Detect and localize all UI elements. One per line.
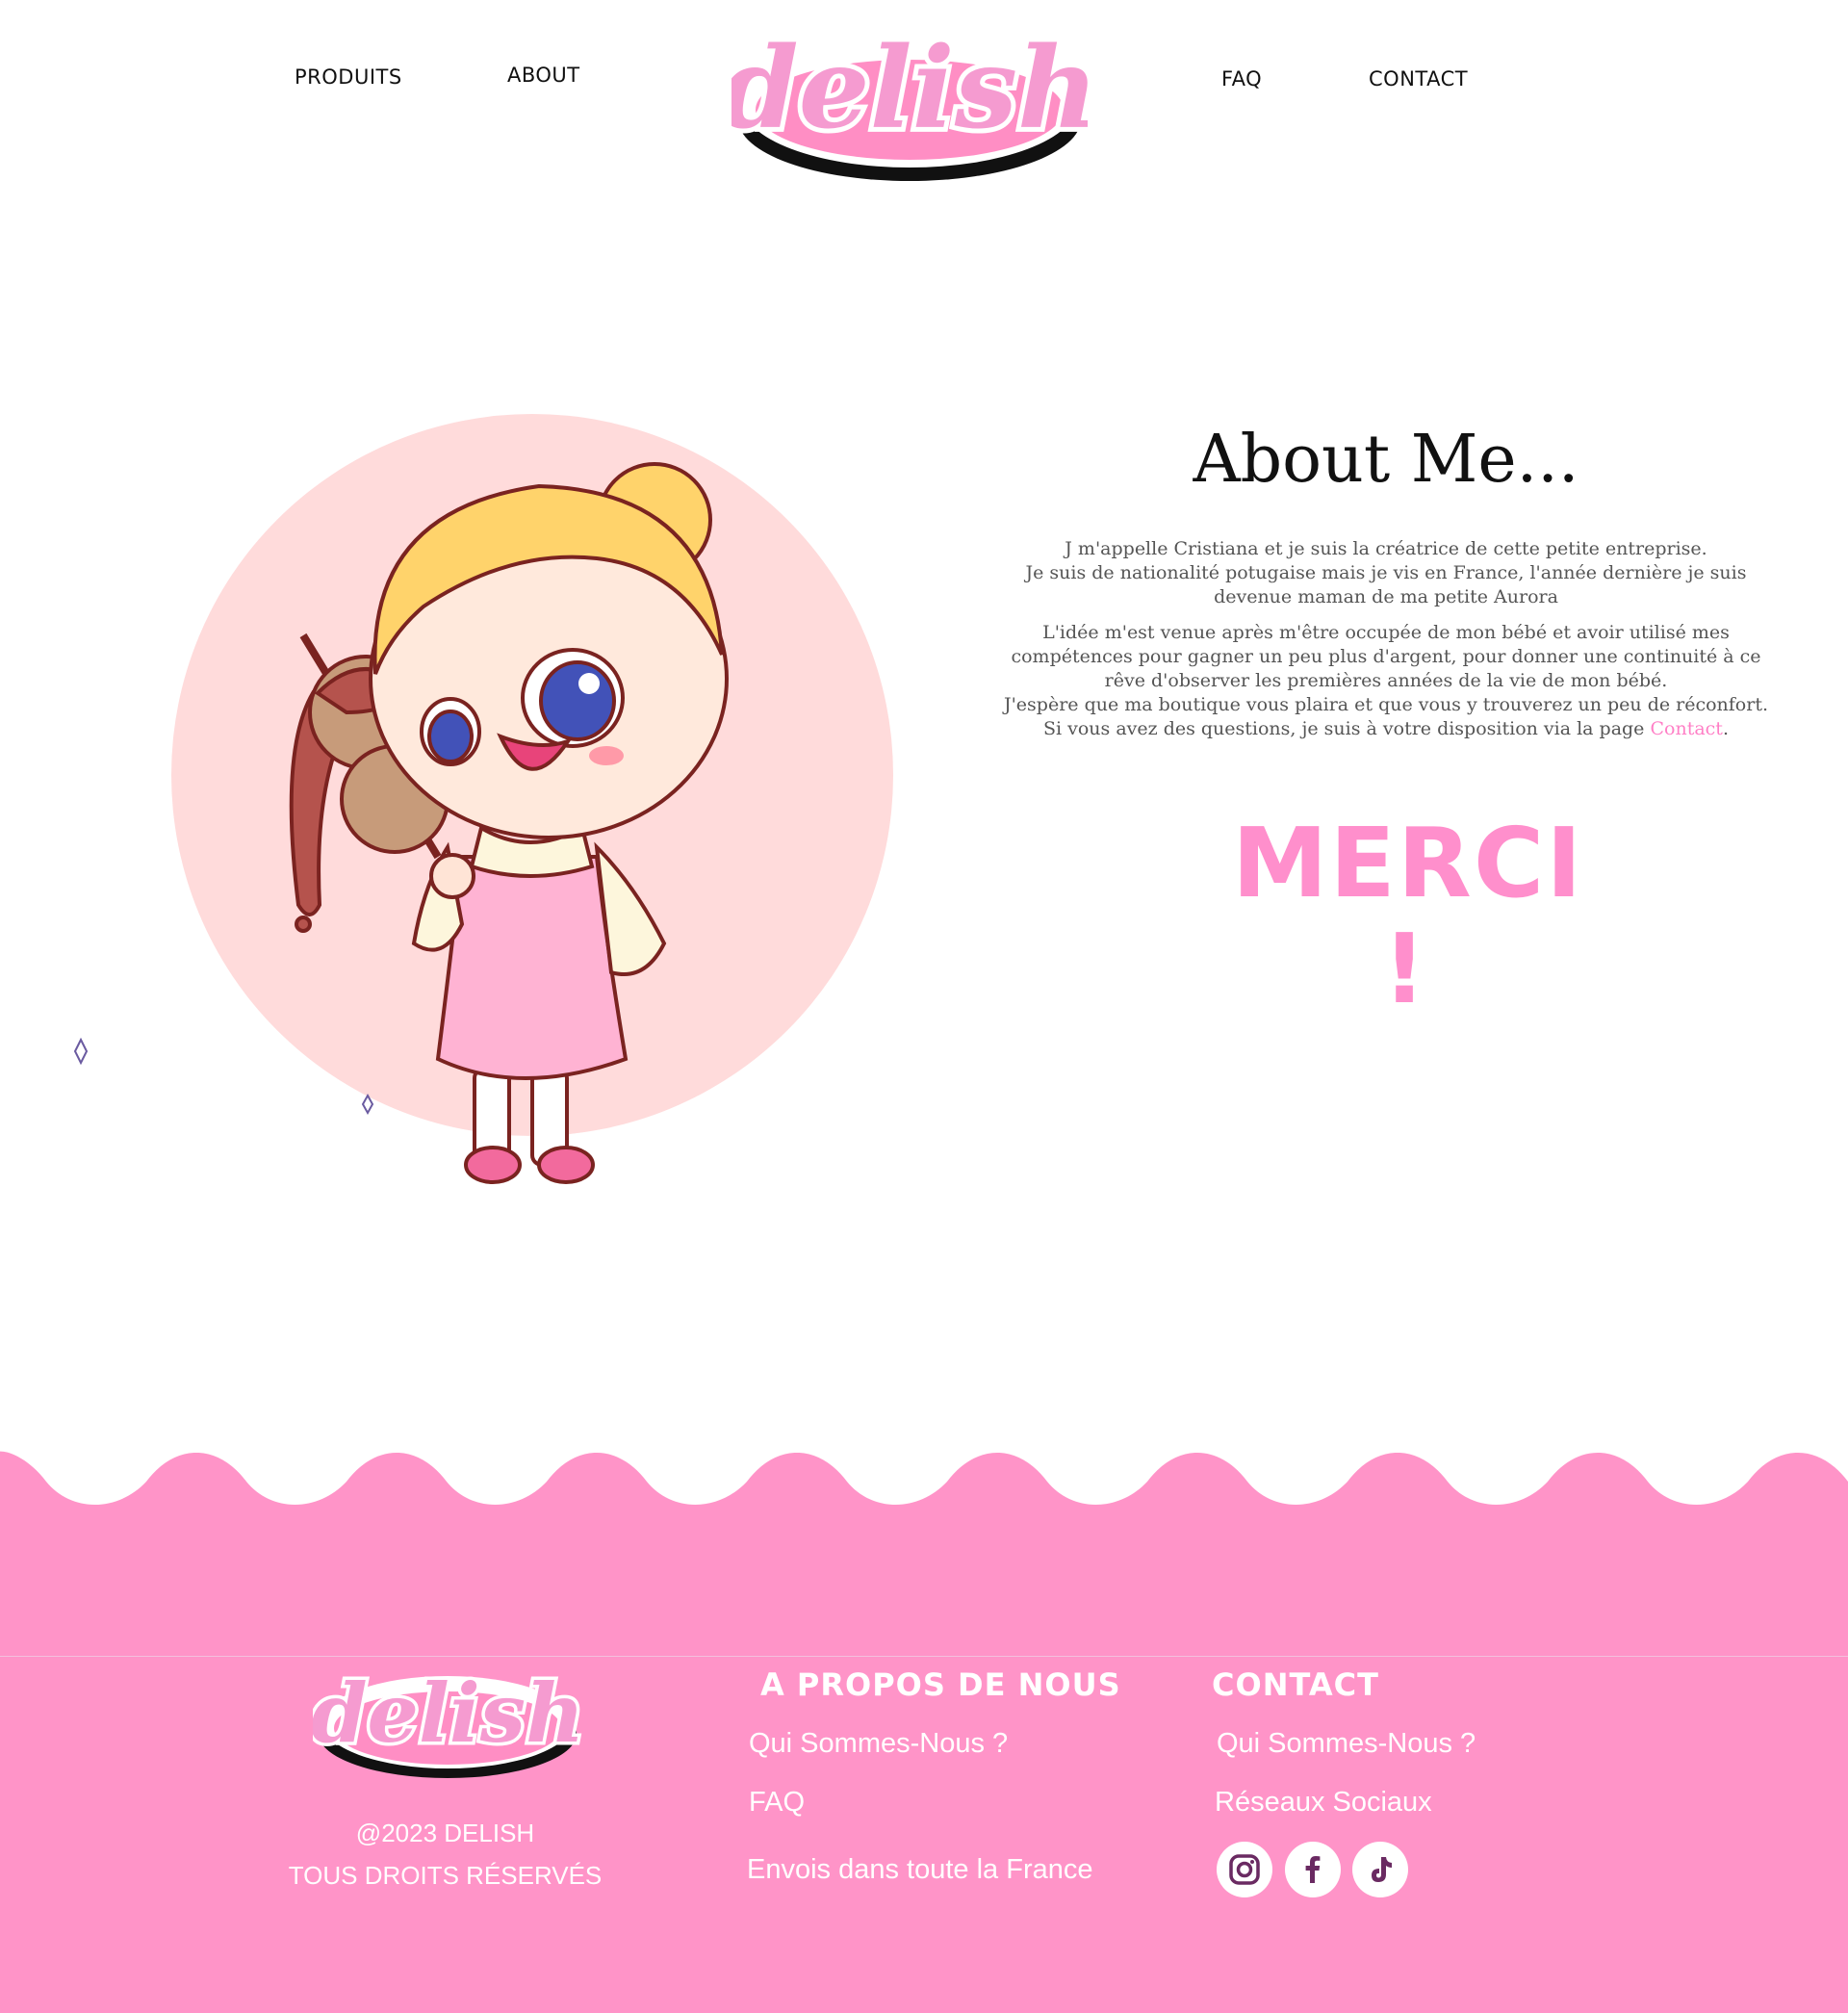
copyright-year: @2023 <box>355 1819 438 1847</box>
footer-contact-link-qui-sommes-nous[interactable]: Qui Sommes-Nous ? <box>1217 1728 1476 1760</box>
footer-link-reseaux-sociaux[interactable]: Réseaux Sociaux <box>1215 1787 1432 1819</box>
about-line: J m'appelle Cristiana et je suis la créa… <box>1065 538 1707 559</box>
rights-text: TOUS DROITS RÉSERVÉS <box>288 1861 603 1890</box>
nav-about-link[interactable]: ABOUT <box>507 64 580 87</box>
girl-hand <box>429 853 475 899</box>
nav-faq-link[interactable]: FAQ <box>1221 67 1262 90</box>
footer-about-heading: A PROPOS DE NOUS <box>760 1666 1121 1703</box>
sparkle-icon <box>73 1037 89 1066</box>
footer: delish @2023 DELISH TOUS DROITS RÉSERVÉS… <box>0 1656 1848 2013</box>
footer-contact-heading: CONTACT <box>1212 1666 1379 1703</box>
footer-wave-border <box>0 1451 1848 1659</box>
instagram-icon <box>1229 1854 1260 1885</box>
footer-link-faq[interactable]: FAQ <box>749 1787 805 1819</box>
tiktok-button[interactable] <box>1352 1842 1408 1897</box>
chibi-girl-illustration <box>73 414 893 1184</box>
about-body: J m'appelle Cristiana et je suis la créa… <box>1001 537 1771 753</box>
footer-link-qui-sommes-nous[interactable]: Qui Sommes-Nous ? <box>749 1728 1008 1760</box>
copyright-brand: DELISH <box>444 1819 535 1847</box>
nav-contact-link[interactable]: CONTACT <box>1369 67 1468 90</box>
about-paragraph-1: J m'appelle Cristiana et je suis la créa… <box>1001 537 1771 609</box>
about-title: About Me... <box>1193 422 1579 498</box>
instagram-button[interactable] <box>1217 1842 1272 1897</box>
tiktok-icon <box>1372 1857 1392 1882</box>
about-line-end: . <box>1722 718 1729 739</box>
about-contact-link[interactable]: Contact <box>1650 718 1722 739</box>
nav-produits-link[interactable]: PRODUITS <box>295 65 402 89</box>
facebook-button[interactable] <box>1285 1842 1341 1897</box>
sparkle-icon <box>361 1093 374 1116</box>
footer-link-envois[interactable]: Envois dans toute la France <box>747 1854 1092 1886</box>
logo-wordmark: delish <box>732 23 1088 154</box>
about-line: Je suis de nationalité potugaise mais je… <box>1025 562 1747 607</box>
facebook-icon <box>1305 1856 1321 1883</box>
about-line: J'espère que ma boutique vous plaira et … <box>1003 694 1769 715</box>
merci-heading: MERCI ! <box>1232 807 1584 1025</box>
footer-logo[interactable]: delish <box>313 1653 582 1788</box>
about-paragraph-2: L'idée m'est venue après m'être occupée … <box>1001 621 1771 741</box>
about-line: Si vous avez des questions, je suis à vo… <box>1043 718 1651 739</box>
logo-wordmark: delish <box>313 1665 582 1761</box>
header-logo[interactable]: delish <box>732 4 1088 193</box>
copyright-line: @2023 DELISH <box>260 1819 630 1848</box>
about-line: L'idée m'est venue après m'être occupée … <box>1011 622 1761 691</box>
